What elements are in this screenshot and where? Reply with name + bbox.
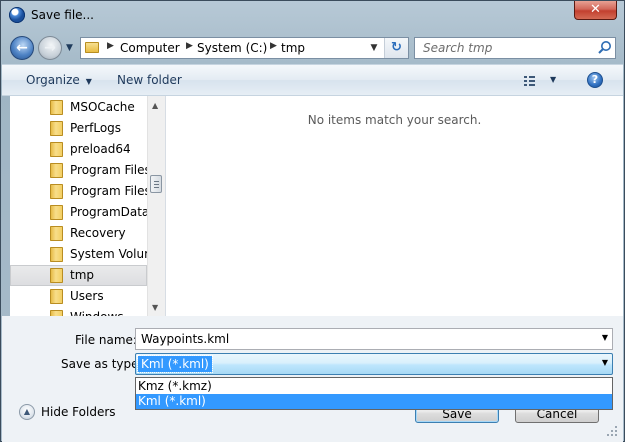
breadcrumb-separator-icon[interactable]: ▶ (270, 41, 277, 51)
tree-item[interactable]: Program Files (10, 160, 147, 181)
tree-item-label: Program Files (70, 163, 147, 177)
scroll-down-icon[interactable]: ▼ (152, 303, 158, 312)
tree-item[interactable]: preload64 (10, 139, 147, 160)
tree-item-label: Recovery (70, 226, 126, 240)
folder-icon (50, 100, 63, 115)
chevron-down-icon: ▼ (85, 77, 92, 86)
folder-icon (50, 205, 63, 220)
folder-icon (50, 163, 63, 178)
save-as-type-label: Save as type: (61, 357, 143, 371)
title-bar[interactable]: Save file... ✕ (1, 1, 624, 30)
address-dropdown-icon[interactable]: ▼ (367, 38, 381, 58)
tree-item-label: preload64 (70, 142, 131, 156)
folder-icon (50, 247, 63, 262)
breadcrumb-tmp[interactable]: tmp (281, 41, 305, 55)
file-list-pane[interactable]: No items match your search. (166, 96, 623, 316)
chevron-down-icon[interactable]: ▼ (602, 358, 608, 367)
empty-list-message: No items match your search. (307, 113, 482, 127)
view-list-icon (524, 76, 535, 86)
folder-icon (50, 226, 63, 241)
folder-icon (50, 121, 63, 136)
tree-item[interactable]: System Volum (10, 244, 147, 265)
back-arrow-icon: ← (16, 40, 28, 56)
command-bar: Organize ▼ New folder ▼ ? (2, 64, 623, 96)
chevron-up-icon: ▲ (19, 404, 35, 420)
search-input[interactable] (417, 39, 601, 57)
save-file-dialog: Save file... ✕ ← → ▼ ▶ Computer ▶ System… (0, 0, 625, 442)
window-title: Save file... (31, 8, 94, 22)
tree-item[interactable]: MSOCache (10, 97, 147, 118)
search-box[interactable] (414, 37, 616, 59)
chevron-down-icon[interactable]: ▼ (602, 333, 608, 342)
filename-field[interactable] (138, 330, 599, 348)
close-icon: ✕ (590, 2, 601, 17)
navigation-scrollbar[interactable]: ▲ ▼ (147, 96, 165, 316)
help-button[interactable]: ? (587, 72, 603, 88)
tree-item-label: Program Files ( (70, 184, 147, 198)
folder-icon (50, 268, 63, 283)
breadcrumb-system-c[interactable]: System (C:) (197, 41, 267, 55)
save-as-type-select[interactable]: Kml (*.kml) ▼ (135, 353, 613, 375)
folder-icon (50, 142, 63, 157)
scrollbar-thumb[interactable] (150, 175, 162, 193)
breadcrumb-computer[interactable]: Computer (120, 41, 180, 55)
scroll-up-icon[interactable]: ▲ (152, 101, 158, 110)
organize-button[interactable]: Organize ▼ (26, 73, 92, 87)
refresh-icon: ↻ (391, 40, 402, 55)
tree-item-label: PerfLogs (70, 121, 122, 135)
navigation-bar: ← → ▼ ▶ Computer ▶ System (C:) ▶ tmp ▼ ↻ (1, 30, 624, 64)
tree-item[interactable]: Program Files ( (10, 181, 147, 202)
help-icon: ? (591, 73, 599, 86)
breadcrumb-separator-icon[interactable]: ▶ (107, 41, 114, 51)
tree-item-label: tmp (70, 268, 95, 282)
new-folder-button[interactable]: New folder (117, 73, 182, 87)
tree-item[interactable]: Users (10, 286, 147, 307)
tree-item[interactable]: tmp (10, 265, 147, 286)
save-as-type-dropdown-list: Kmz (*.kmz) Kml (*.kml) (135, 377, 613, 410)
forward-arrow-icon: → (44, 40, 56, 56)
address-bar[interactable]: ▶ Computer ▶ System (C:) ▶ tmp ▼ ↻ (80, 37, 409, 59)
save-options-panel: File name: ▼ Save as type: Kml (*.kml) ▼… (2, 316, 623, 442)
search-icon[interactable] (596, 39, 614, 57)
tree-item[interactable]: PerfLogs (10, 118, 147, 139)
tree-item[interactable]: Recovery (10, 223, 147, 244)
tree-item-label: Users (70, 289, 104, 303)
save-as-type-value: Kml (*.kml) (137, 355, 213, 373)
hide-folders-label: Hide Folders (41, 405, 116, 419)
navigation-pane[interactable]: MSOCache PerfLogs preload64 Program Files Pr… (10, 96, 166, 316)
tree-item-label: MSOCache (70, 100, 135, 114)
folder-icon (50, 184, 63, 199)
recent-pages-dropdown-icon[interactable]: ▼ (66, 43, 73, 53)
change-view-button[interactable]: ▼ (522, 72, 562, 90)
folder-icon (50, 289, 63, 304)
tree-item-label: System Volum (70, 247, 147, 261)
google-earth-app-icon (9, 7, 25, 23)
save-as-type-option[interactable]: Kml (*.kml) (136, 394, 612, 409)
chevron-down-icon[interactable]: ▼ (550, 75, 556, 84)
forward-button[interactable]: → (38, 36, 62, 60)
organize-label: Organize (26, 73, 80, 87)
back-button[interactable]: ← (10, 36, 34, 60)
breadcrumb-separator-icon[interactable]: ▶ (186, 41, 193, 51)
filename-combobox[interactable]: ▼ (135, 328, 613, 350)
tree-item[interactable]: Windows (10, 307, 147, 316)
resize-grip-icon[interactable] (605, 424, 619, 438)
close-button[interactable]: ✕ (574, 1, 617, 20)
tree-item-label: ProgramData (70, 205, 147, 219)
refresh-button[interactable]: ↻ (384, 38, 408, 58)
save-as-type-option[interactable]: Kmz (*.kmz) (136, 379, 612, 394)
tree-item[interactable]: ProgramData (10, 202, 147, 223)
filename-label: File name: (75, 333, 137, 347)
folder-icon (85, 42, 99, 53)
